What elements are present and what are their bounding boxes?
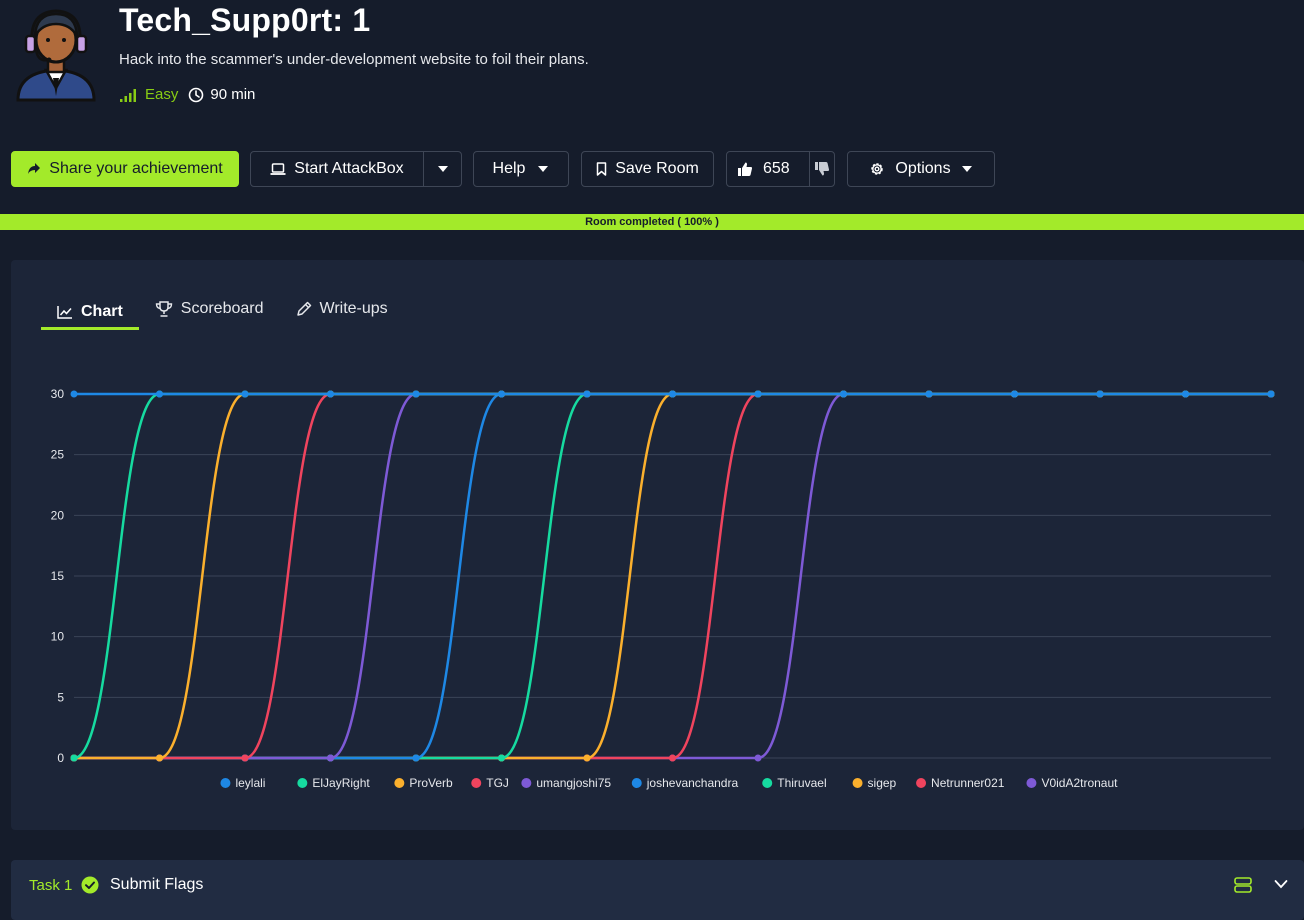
room-stats-panel: Chart Scoreboard Write-ups 0 5 10 15 20 25 30 l…	[11, 260, 1304, 830]
chevron-down-icon[interactable]	[1274, 879, 1288, 889]
room-avatar	[16, 9, 96, 102]
difficulty-label: Easy	[145, 86, 179, 103]
downvote-button[interactable]	[810, 152, 834, 186]
room-meta: Easy 90 min	[119, 86, 255, 103]
chart-data-point	[669, 390, 676, 398]
caret-down-icon	[538, 166, 549, 172]
chart-legend-marker	[762, 778, 773, 788]
options-button[interactable]: Options	[847, 151, 995, 187]
caret-down-icon	[437, 166, 448, 172]
help-label: Help	[492, 160, 526, 177]
vote-button-group: 658	[726, 151, 835, 187]
save-room-label: Save Room	[615, 160, 699, 177]
chart-legend-marker	[220, 778, 231, 788]
start-attackbox-label: Start AttackBox	[294, 160, 404, 177]
chart-data-point	[241, 754, 249, 762]
chart-legend-label: joshevanchandra	[646, 776, 739, 790]
chart-data-point	[327, 390, 334, 398]
chart-legend-marker	[631, 778, 642, 788]
task-number: Task 1	[29, 877, 73, 894]
chart-legend-label: umangjoshi75	[536, 776, 611, 790]
start-attackbox-button[interactable]: Start AttackBox	[251, 152, 424, 186]
likes-count: 658	[763, 160, 790, 177]
chart-data-point	[925, 390, 933, 398]
chart-legend-marker	[394, 778, 405, 788]
thumbs-down-icon	[815, 162, 830, 176]
server-icon[interactable]	[1234, 876, 1252, 894]
chart-legend-label: TGJ	[486, 776, 509, 790]
task-row[interactable]: Task 1 Submit Flags	[11, 860, 1304, 920]
bookmark-icon	[596, 162, 607, 176]
chart-y-tick-label: 5	[57, 690, 64, 704]
chart-legend-label: sigep	[868, 776, 897, 790]
chart-data-point	[327, 754, 334, 762]
chart-y-tick-label: 20	[51, 508, 65, 522]
help-button[interactable]: Help	[473, 151, 569, 187]
chart-legend-label: Netrunner021	[931, 776, 1005, 790]
chart-data-point	[241, 390, 249, 398]
share-achievement-button[interactable]: Share your achievement	[11, 151, 239, 187]
chart-legend-marker	[1026, 778, 1037, 788]
chart-y-tick-label: 0	[57, 751, 64, 765]
chart-legend-marker	[297, 778, 308, 788]
chart-y-tick-label: 25	[51, 448, 65, 462]
thumbs-up-icon	[738, 162, 753, 176]
clock-icon	[189, 87, 204, 102]
chart-data-point	[1011, 390, 1018, 398]
progress-chart: 0 5 10 15 20 25 30 leylali ElJayRight ProVerb TGJ u…	[51, 387, 1275, 790]
duration-label: 90 min	[210, 86, 256, 103]
chart-legend-label: leylali	[235, 776, 265, 790]
chart-data-point	[156, 754, 163, 762]
chart-data-point	[1267, 390, 1275, 398]
chart-legend-label: Thiruvael	[777, 776, 826, 790]
upvote-button[interactable]: 658	[727, 152, 810, 186]
gear-icon	[871, 163, 884, 175]
share-icon	[28, 163, 41, 174]
chart-legend-marker	[916, 778, 927, 788]
chart-data-point	[498, 390, 505, 398]
chart-data-point	[70, 390, 78, 398]
chart-y-tick-label: 10	[51, 630, 65, 644]
save-room-button[interactable]: Save Room	[581, 151, 714, 187]
room-progress-label: Room completed ( 100% )	[585, 216, 719, 228]
chart-data-point	[412, 390, 420, 398]
caret-down-icon	[961, 166, 972, 172]
laptop-icon	[270, 163, 286, 175]
attackbox-dropdown-button[interactable]	[424, 152, 461, 186]
chart-data-point	[1182, 390, 1189, 398]
options-label: Options	[895, 160, 951, 177]
chart-legend-label: V0idA2tronaut	[1041, 776, 1118, 790]
chart-data-point	[583, 390, 591, 398]
difficulty-bars-icon	[120, 88, 136, 102]
chart-legend-marker	[521, 778, 532, 788]
share-achievement-label: Share your achievement	[49, 160, 223, 177]
chart-data-point	[669, 754, 676, 762]
attackbox-button-group: Start AttackBox	[250, 151, 462, 187]
chart-legend-label: ProVerb	[409, 776, 453, 790]
chart-data-point	[583, 754, 591, 762]
room-progress-bar: Room completed ( 100% )	[0, 214, 1304, 230]
room-description: Hack into the scammer's under-developmen…	[119, 51, 589, 68]
chart-data-point	[1096, 390, 1104, 398]
chart-data-point	[70, 754, 78, 762]
chart-legend-marker	[852, 778, 863, 788]
chart-data-point	[156, 390, 163, 398]
check-circle-icon	[81, 876, 99, 894]
chart-data-point	[412, 754, 420, 762]
chart-data-point	[754, 390, 762, 398]
chart-legend-label: ElJayRight	[312, 776, 370, 790]
chart-data-point	[840, 390, 847, 398]
chart-y-tick-label: 30	[51, 387, 65, 401]
chart-data-point	[498, 754, 505, 762]
chart-legend-marker	[471, 778, 482, 788]
chart-y-tick-label: 15	[51, 569, 65, 583]
room-title: Tech_Supp0rt: 1	[119, 2, 371, 38]
chart-data-point	[754, 754, 762, 762]
task-title: Submit Flags	[110, 876, 204, 893]
